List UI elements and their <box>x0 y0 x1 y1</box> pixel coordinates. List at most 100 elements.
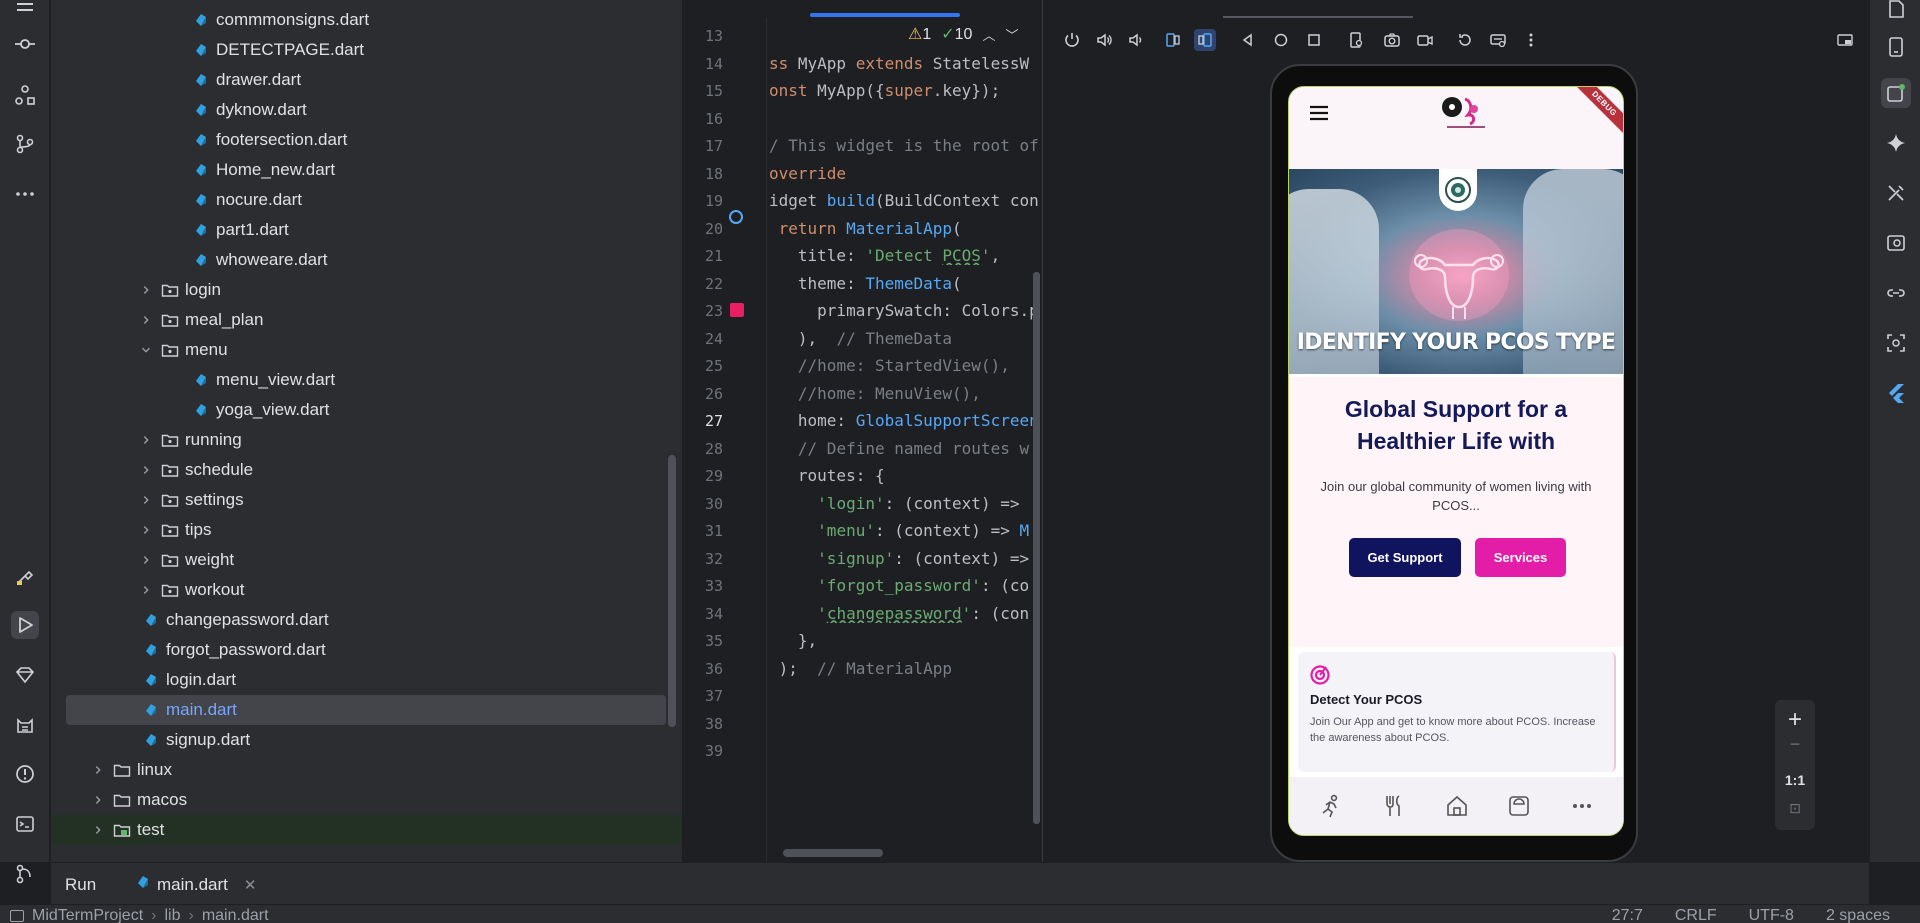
code-line[interactable]: 'menu': (context) => M <box>769 521 1042 540</box>
inspection-widget[interactable]: ⚠1 ✓10 ︿ ﹀ <box>908 24 1018 44</box>
code-line[interactable]: }, <box>769 631 1042 650</box>
tree-folder-item[interactable]: linux <box>51 755 668 785</box>
tree-file-item[interactable]: signup.dart <box>51 725 668 755</box>
tree-file-item[interactable]: menu_view.dart <box>51 365 668 395</box>
code-line[interactable]: / This widget is the root of <box>769 136 1042 155</box>
tree-file-item[interactable]: footersection.dart <box>51 125 668 155</box>
breadcrumb-project[interactable]: MidTermProject <box>32 907 143 923</box>
volume-down-icon[interactable] <box>1125 29 1147 51</box>
run-icon[interactable] <box>11 611 39 639</box>
structure-icon[interactable] <box>11 81 39 109</box>
code-line[interactable]: 'forgot_password': (co <box>769 576 1042 595</box>
notifications-icon[interactable] <box>1881 0 1911 24</box>
gemini-icon[interactable] <box>1881 128 1911 158</box>
screen-record-icon[interactable] <box>1414 29 1436 51</box>
tree-folder-item[interactable]: schedule <box>51 455 668 485</box>
tree-file-item[interactable]: part1.dart <box>51 215 668 245</box>
tree-file-item[interactable]: dyknow.dart <box>51 95 668 125</box>
line-separator[interactable]: CRLF <box>1675 907 1717 923</box>
commit-icon[interactable] <box>11 30 39 58</box>
get-support-button[interactable]: Get Support <box>1349 538 1461 577</box>
editor-vertical-scrollbar[interactable] <box>1033 272 1040 824</box>
tree-file-item[interactable]: whoweare.dart <box>51 245 668 275</box>
chevron-right-icon[interactable] <box>139 493 153 507</box>
nav-meal-icon[interactable] <box>1381 793 1407 819</box>
zoom-in-button[interactable]: + <box>1775 706 1815 734</box>
gem-icon[interactable] <box>11 661 39 689</box>
code-line[interactable]: 'login': (context) => <box>769 494 1042 513</box>
nav-more-icon[interactable] <box>1569 793 1595 819</box>
code-line[interactable]: routes: { <box>769 466 1042 485</box>
main-menu-icon[interactable] <box>11 0 39 18</box>
code-editor[interactable]: ⚠1 ✓10 ︿ ﹀ 13 14 15 16 17 18 19 20 21 22 23 24 25 26 2… <box>683 0 1042 862</box>
breadcrumb-lib[interactable]: lib <box>164 907 180 923</box>
tree-folder-item[interactable]: meal_plan <box>51 305 668 335</box>
layout-inspector-icon[interactable] <box>1881 328 1911 358</box>
git-branch-icon[interactable] <box>11 130 39 158</box>
zoom-fit-icon[interactable]: ⊡ <box>1775 800 1815 817</box>
tree-folder-item[interactable]: workout <box>51 575 668 605</box>
tools-icon[interactable] <box>1881 178 1911 208</box>
tree-folder-item[interactable]: login <box>51 275 668 305</box>
reset-icon[interactable] <box>1454 29 1476 51</box>
detect-pcos-card[interactable]: Detect Your PCOS Join Our App and get to… <box>1298 652 1616 772</box>
code-line[interactable]: ); // MaterialApp <box>769 659 1042 678</box>
code-line[interactable]: // Define named routes w <box>769 439 1042 458</box>
tree-folder-item[interactable]: weight <box>51 545 668 575</box>
tree-file-item[interactable]: forgot_password.dart <box>51 635 668 665</box>
chevron-right-icon[interactable] <box>91 793 105 807</box>
caret-position[interactable]: 27:7 <box>1612 907 1643 923</box>
run-label[interactable]: Run <box>65 875 96 895</box>
running-devices-icon[interactable] <box>1881 78 1911 108</box>
nav-weight-icon[interactable] <box>1506 793 1532 819</box>
chevron-right-icon[interactable] <box>139 523 153 537</box>
chevron-right-icon[interactable] <box>91 823 105 837</box>
logcat-icon[interactable] <box>11 711 39 739</box>
code-line[interactable]: idget build(BuildContext con <box>769 191 1042 210</box>
chevron-right-icon[interactable] <box>139 553 153 567</box>
tree-file-item[interactable]: Home_new.dart <box>51 155 668 185</box>
tree-file-item[interactable]: login.dart <box>51 665 668 695</box>
nav-running-icon[interactable] <box>1318 793 1344 819</box>
code-line[interactable]: primarySwatch: Colors.p <box>769 301 1042 320</box>
tree-file-item[interactable]: yoga_view.dart <box>51 395 668 425</box>
code-line[interactable]: home: GlobalSupportScreen <box>769 411 1042 430</box>
tree-folder-item[interactable]: menu <box>51 335 668 365</box>
more-options-icon[interactable] <box>1520 29 1542 51</box>
more-tools-icon[interactable] <box>11 180 39 208</box>
chevron-right-icon[interactable] <box>139 433 153 447</box>
code-line[interactable]: 'changepassword': (con <box>769 604 1042 623</box>
code-line[interactable]: return MaterialApp( <box>769 219 1042 238</box>
power-icon[interactable] <box>1061 29 1083 51</box>
tree-file-item[interactable]: changepassword.dart <box>51 605 668 635</box>
chevron-down-icon[interactable]: ﹀ <box>1005 25 1018 44</box>
back-icon[interactable] <box>1237 29 1259 51</box>
tree-folder-item[interactable]: settings <box>51 485 668 515</box>
screenshot-icon[interactable] <box>1381 29 1403 51</box>
close-icon[interactable]: ✕ <box>244 876 257 894</box>
chevron-right-icon[interactable] <box>91 763 105 777</box>
chevron-up-icon[interactable]: ︿ <box>982 25 995 44</box>
zoom-actual-size-button[interactable]: 1:1 <box>1775 772 1815 788</box>
home-circle-icon[interactable] <box>1270 29 1292 51</box>
code-line[interactable]: onst MyApp({super.key}); <box>769 81 1042 100</box>
app-links-icon[interactable] <box>1881 278 1911 308</box>
project-scrollbar[interactable] <box>668 455 676 727</box>
code-line[interactable]: ss MyApp extends StatelessW <box>769 54 1042 73</box>
tree-file-item[interactable]: main.dart <box>66 695 666 725</box>
code-line[interactable]: theme: ThemeData( <box>769 274 1042 293</box>
indent-setting[interactable]: 2 spaces <box>1826 907 1890 923</box>
code-line[interactable]: ), // ThemeData <box>769 329 1042 348</box>
overview-icon[interactable] <box>1303 29 1325 51</box>
device-settings-icon[interactable] <box>1345 29 1367 51</box>
problems-icon[interactable] <box>11 760 39 788</box>
file-encoding[interactable]: UTF-8 <box>1749 907 1794 923</box>
chevron-right-icon[interactable] <box>139 283 153 297</box>
phone-screen[interactable]: DEBUG IDENTIFY YOUR PCOS TYPE Global Sup… <box>1288 86 1624 836</box>
tree-folder-item[interactable]: running <box>51 425 668 455</box>
services-button[interactable]: Services <box>1475 538 1566 577</box>
rotate-left-icon[interactable] <box>1162 29 1184 51</box>
override-gutter-icon[interactable] <box>729 210 743 224</box>
tree-file-item[interactable]: DETECTPAGE.dart <box>51 35 668 65</box>
chevron-down-icon[interactable] <box>139 343 153 357</box>
